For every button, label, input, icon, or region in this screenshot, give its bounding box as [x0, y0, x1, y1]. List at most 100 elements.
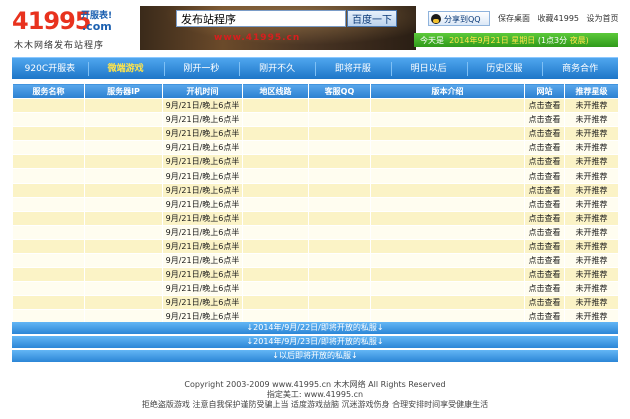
logo-domain: .com [82, 20, 112, 33]
cell-ip [84, 126, 163, 142]
cell-site[interactable]: 点击查看 [524, 168, 565, 184]
cell-site[interactable]: 点击查看 [524, 253, 565, 269]
cell-region [242, 295, 309, 311]
cell-name[interactable] [12, 210, 85, 226]
cell-desc [370, 253, 525, 269]
cell-desc [370, 140, 525, 156]
expand-bar-1[interactable]: ↓2014年/9月/23日/即将开放的私服↓ [12, 336, 618, 348]
cell-time: 9月/21日/晚上6点半 [162, 238, 243, 255]
nav-tab-5[interactable]: 明日以后 [391, 58, 467, 80]
cell-pick: 未开推荐 [564, 196, 619, 212]
cell-region [242, 126, 309, 142]
cell-site[interactable]: 点击查看 [524, 210, 565, 226]
cell-time: 9月/21日/晚上6点半 [162, 154, 243, 170]
cell-name[interactable] [12, 224, 85, 240]
cell-site[interactable]: 点击查看 [524, 112, 565, 128]
site-logo[interactable]: 41995 开服表! .com 木木网络发布站程序 [12, 7, 138, 51]
cell-qq [308, 112, 371, 128]
cell-ip [84, 267, 163, 283]
cell-qq [308, 295, 371, 311]
cell-name[interactable] [12, 140, 85, 156]
cell-name[interactable] [12, 267, 85, 283]
cell-name[interactable] [12, 168, 85, 184]
cell-pick: 未开推荐 [564, 154, 619, 170]
bookmark-link[interactable]: 收藏41995 [538, 14, 579, 23]
search-input[interactable] [176, 10, 346, 27]
cell-region [242, 196, 309, 212]
cell-name[interactable] [12, 126, 85, 142]
cell-qq [308, 154, 371, 170]
cell-qq [308, 182, 371, 198]
save-desktop-link[interactable]: 保存桌面 [498, 14, 530, 23]
cell-ip [84, 253, 163, 269]
page-header: 41995 开服表! .com 木木网络发布站程序 百度一下 www.41995… [0, 0, 630, 56]
cell-ip [84, 154, 163, 170]
cell-site[interactable]: 点击查看 [524, 182, 565, 198]
cell-pick: 未开推荐 [564, 295, 619, 311]
cell-site[interactable]: 点击查看 [524, 140, 565, 156]
cell-region [242, 238, 309, 255]
cell-site[interactable]: 点击查看 [524, 295, 565, 311]
cell-region [242, 168, 309, 184]
cell-name[interactable] [12, 196, 85, 212]
cell-site[interactable]: 点击查看 [524, 267, 565, 283]
cell-name[interactable] [12, 154, 85, 170]
nav-tab-0[interactable]: 920C开服表 [12, 58, 88, 80]
cell-site[interactable]: 点击查看 [524, 154, 565, 170]
cell-pick: 未开推荐 [564, 281, 619, 297]
nav-tab-4[interactable]: 即将开服 [315, 58, 391, 80]
nav-tab-1[interactable]: 微端游戏 [88, 58, 164, 80]
table-row: 9月/21日/晚上6点半 点击查看 未开推荐 [12, 281, 619, 297]
cell-name[interactable] [12, 281, 85, 297]
cell-pick: 未开推荐 [564, 253, 619, 269]
nav-tab-7[interactable]: 商务合作 [542, 58, 618, 80]
cell-desc [370, 238, 525, 255]
cell-ip [84, 238, 163, 255]
cell-site[interactable]: 点击查看 [524, 196, 565, 212]
cell-desc [370, 210, 525, 226]
footer-designer[interactable]: 指定美工: www.41995.cn [0, 390, 630, 400]
nav-tab-2[interactable]: 刚开一秒 [164, 58, 240, 80]
table-row: 9月/21日/晚上6点半 点击查看 未开推荐 [12, 196, 619, 212]
date-bar: 今天是 2014年9月21日 星期日 (1点3分 夜晨) [414, 33, 618, 47]
cell-desc [370, 126, 525, 142]
nav-tab-3[interactable]: 刚开不久 [239, 58, 315, 80]
col-header-qq: 客服QQ [308, 83, 371, 99]
cell-region [242, 210, 309, 226]
cell-name[interactable] [12, 238, 85, 255]
cell-pick: 未开推荐 [564, 182, 619, 198]
cell-site[interactable]: 点击查看 [524, 238, 565, 255]
set-homepage-link[interactable]: 设为首页 [587, 14, 619, 23]
cell-site[interactable]: 点击查看 [524, 224, 565, 240]
cell-site[interactable]: 点击查看 [524, 126, 565, 142]
expand-bar-2[interactable]: ↓以后即将开放的私服↓ [12, 350, 618, 362]
expand-bar-0[interactable]: ↓2014年/9月/22日/即将开放的私服↓ [12, 322, 618, 334]
cell-ip [84, 295, 163, 311]
cell-name[interactable] [12, 253, 85, 269]
table-row: 9月/21日/晚上6点半 点击查看 未开推荐 [12, 112, 619, 128]
footer-copyright: Copyright 2003-2009 www.41995.cn 木木网络 Al… [184, 380, 446, 389]
cell-name[interactable] [12, 97, 85, 114]
cell-site[interactable]: 点击查看 [524, 97, 565, 114]
col-header-desc: 版本介绍 [370, 83, 525, 99]
col-header-site: 网站 [524, 83, 565, 99]
cell-ip [84, 140, 163, 156]
col-header-rating: 推荐星级 [564, 83, 619, 99]
cell-pick: 未开推荐 [564, 126, 619, 142]
qq-share-button[interactable]: 分享到QQ [428, 11, 490, 26]
cell-name[interactable] [12, 112, 85, 128]
table-row: 9月/21日/晚上6点半 点击查看 未开推荐 [12, 154, 619, 170]
cell-qq [308, 168, 371, 184]
cell-time: 9月/21日/晚上6点半 [162, 295, 243, 311]
cell-region [242, 182, 309, 198]
banner-url: www.41995.cn [214, 33, 301, 43]
search-button[interactable]: 百度一下 [347, 10, 397, 27]
cell-name[interactable] [12, 182, 85, 198]
time-status: 夜晨) [569, 36, 589, 45]
cell-qq [308, 238, 371, 255]
logo-subtitle: 木木网络发布站程序 [14, 41, 105, 51]
nav-tab-6[interactable]: 历史区服 [467, 58, 543, 80]
cell-site[interactable]: 点击查看 [524, 281, 565, 297]
cell-time: 9月/21日/晚上6点半 [162, 267, 243, 283]
cell-name[interactable] [12, 295, 85, 311]
